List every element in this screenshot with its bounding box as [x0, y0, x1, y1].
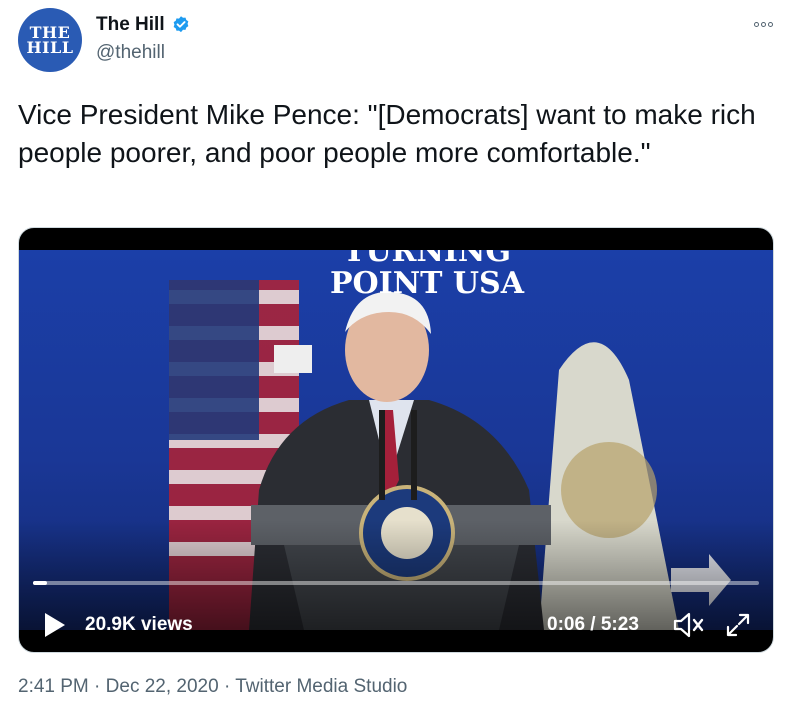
tweet-text: Vice President Mike Pence: "[Democrats] …	[18, 99, 756, 168]
tweet-card: THE HILL The Hill @thehill Vice Presiden…	[0, 0, 792, 720]
tweet-date-link[interactable]: Dec 22, 2020	[106, 676, 219, 697]
fullscreen-icon[interactable]	[723, 610, 753, 640]
handle[interactable]: @thehill	[96, 42, 165, 64]
display-name-text: The Hill	[96, 14, 165, 35]
avatar[interactable]: THE HILL	[18, 8, 82, 72]
view-count: 20.9K views	[85, 614, 193, 635]
display-name[interactable]: The Hill	[96, 14, 191, 36]
mute-icon[interactable]	[671, 610, 705, 640]
tweet-time-link[interactable]: 2:41 PM	[18, 676, 89, 697]
avatar-logo-line-2: HILL	[26, 38, 74, 57]
more-dot-icon	[753, 21, 759, 27]
backdrop-sign-line-2: POINT USA	[329, 266, 525, 301]
tweet-source-link[interactable]: Twitter Media Studio	[235, 676, 407, 697]
meta-separator: ·	[223, 676, 231, 697]
video-controls: 20.9K views 0:06 / 5:23	[19, 608, 773, 642]
video-time: 0:06 / 5:23	[547, 614, 639, 635]
verified-badge-icon	[173, 16, 188, 33]
more-dot-icon	[760, 21, 766, 27]
video-frame[interactable]: TURNING POINT USA	[19, 250, 773, 630]
pennant-shape	[274, 345, 312, 373]
tweet-metadata: 2:41 PM · Dec 22, 2020 · Twitter Media S…	[18, 676, 407, 698]
video-player[interactable]: TURNING POINT USA 20.9K views 0:06 / 5:2…	[18, 227, 774, 653]
video-progress-bar[interactable]	[33, 581, 759, 585]
more-options-button[interactable]	[748, 14, 778, 34]
video-progress-fill	[33, 581, 47, 585]
play-icon[interactable]	[43, 612, 67, 638]
more-dot-icon	[767, 21, 773, 27]
meta-separator: ·	[94, 676, 101, 697]
